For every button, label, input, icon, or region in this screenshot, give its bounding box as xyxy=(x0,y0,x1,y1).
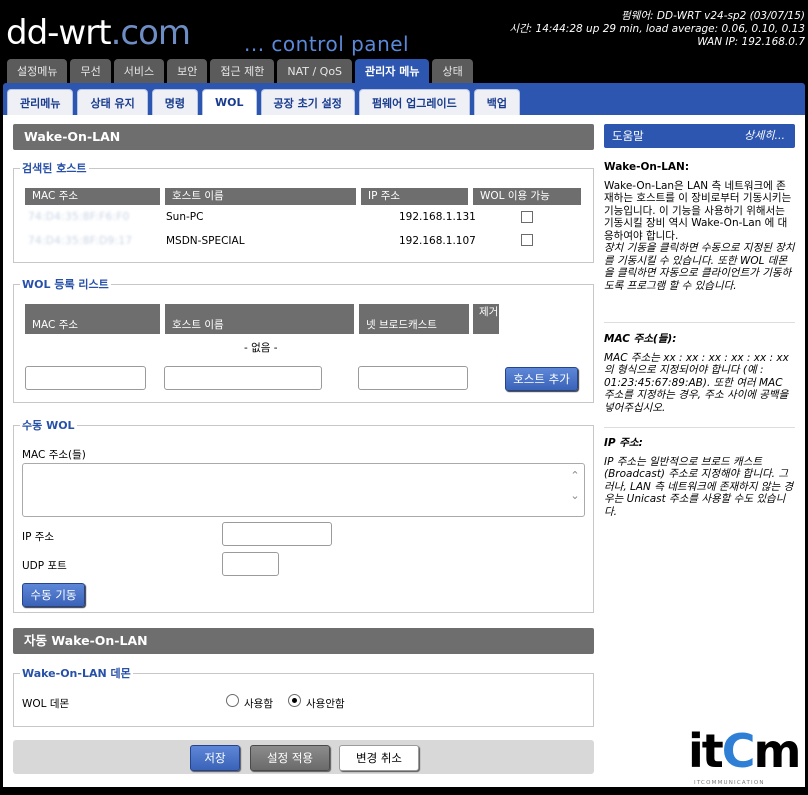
new-broadcast-input[interactable] xyxy=(358,366,468,390)
system-info: 펌웨어: DD-WRT v24-sp2 (03/07/15) 시간: 14:44… xyxy=(509,10,805,49)
tab-access-restrictions[interactable]: 접근 제한 xyxy=(210,59,275,83)
mac-addresses-label: MAC 주소(들) xyxy=(22,449,86,461)
tab-services[interactable]: 서비스 xyxy=(113,59,165,83)
main-tabs: 설정메뉴 무선 서비스 보안 접근 제한 NAT / QoS 관리자 메뉴 상태 xyxy=(7,59,473,83)
add-host-button[interactable]: 호스트 추가 xyxy=(505,367,578,391)
subtab-backup[interactable]: 백업 xyxy=(473,89,520,115)
daemon-enable-label: 사용함 xyxy=(244,698,273,710)
host-1-ip: 192.168.1.131 xyxy=(399,211,476,223)
wol-daemon-legend: Wake-On-LAN 데몬 xyxy=(22,667,131,680)
help-mac-title: MAC 주소(들): xyxy=(604,333,677,345)
host-1-wol-checkbox[interactable] xyxy=(521,211,533,223)
subtab-commands[interactable]: 명령 xyxy=(151,89,199,115)
help-more-link[interactable]: 상세히... xyxy=(744,124,785,148)
tab-security[interactable]: 보안 xyxy=(167,59,208,83)
help-wol-body-2: 장치 기동을 클릭하면 수동으로 지정된 장치를 기동시킬 수 있습니다. 또한… xyxy=(604,242,795,292)
list-col-broadcast: 넷 브로드캐스트 xyxy=(359,304,469,334)
textarea-scroll-arrows[interactable]: ⌃ ⌄ xyxy=(568,466,582,510)
help-wol-body: Wake-On-Lan은 LAN 측 네트워크에 존재하는 호스트를 이 장비로… xyxy=(604,179,792,242)
manual-wake-button[interactable]: 수동 기동 xyxy=(22,583,85,607)
help-wol: Wake-On-LAN: Wake-On-Lan은 LAN 측 네트워크에 존재… xyxy=(604,161,795,292)
col-mac: MAC 주소 xyxy=(25,188,160,205)
apply-settings-button[interactable]: 설정 적용 xyxy=(250,745,330,771)
tab-status[interactable]: 상태 xyxy=(432,59,473,83)
subtab-wol[interactable]: WOL xyxy=(202,89,257,115)
udp-port-input[interactable] xyxy=(222,552,279,576)
col-ip: IP 주소 xyxy=(361,188,468,205)
host-2-mac: 74:D4:35:8F:D9:17 xyxy=(28,235,133,247)
tab-administration[interactable]: 관리자 메뉴 xyxy=(355,59,430,83)
list-col-remove: 제거 xyxy=(473,304,499,334)
new-hostname-input[interactable] xyxy=(164,366,322,390)
help-header: 도움말 상세히... xyxy=(604,124,795,148)
mac-addresses-textarea[interactable]: ⌃ ⌄ xyxy=(22,463,585,517)
firmware-version: 펌웨어: DD-WRT v24-sp2 (03/07/15) xyxy=(621,10,805,22)
save-button[interactable]: 저장 xyxy=(190,745,240,771)
tab-wireless[interactable]: 무선 xyxy=(70,59,111,83)
host-2-wol-checkbox[interactable] xyxy=(521,234,533,246)
itcm-watermark-logo: itCm xyxy=(688,724,801,778)
wol-list-legend: WOL 등록 리스트 xyxy=(22,278,109,291)
tab-nat-qos[interactable]: NAT / QoS xyxy=(277,59,353,83)
uptime-info: 시간: 14:44:28 up 29 min, load average: 0.… xyxy=(509,23,805,35)
wol-daemon-label: WOL 데몬 xyxy=(22,698,70,710)
wol-section-title: Wake-On-LAN xyxy=(13,124,594,150)
subtab-firmware-upgrade[interactable]: 펌웨어 업그레이드 xyxy=(358,89,470,115)
help-ip-body: IP 주소는 일반적으로 브로드 캐스트 (Broadcast) 주소로 지정해… xyxy=(604,455,794,518)
col-wol-available: WOL 이용 가능 xyxy=(473,188,581,205)
daemon-disable-radio[interactable] xyxy=(288,694,301,707)
new-mac-input[interactable] xyxy=(25,366,146,390)
help-title: 도움말 xyxy=(612,129,644,143)
list-col-mac: MAC 주소 xyxy=(25,304,160,334)
subtab-factory-defaults[interactable]: 공장 초기 설정 xyxy=(260,89,355,115)
help-mac-body: MAC 주소는 xx : xx : xx : xx : xx : xx 의 형식… xyxy=(604,351,789,414)
ip-address-label: IP 주소 xyxy=(22,531,55,543)
col-hostname: 호스트 이름 xyxy=(165,188,356,205)
help-ip-title: IP 주소: xyxy=(604,437,643,449)
host-2-ip: 192.168.1.107 xyxy=(399,235,476,247)
tab-setup[interactable]: 설정메뉴 xyxy=(7,59,68,83)
ddwrt-logo: dd-wrt.com xyxy=(6,13,191,53)
help-ip: IP 주소: IP 주소는 일반적으로 브로드 캐스트 (Broadcast) … xyxy=(604,437,795,518)
subtab-keep-alive[interactable]: 상태 유지 xyxy=(77,89,148,115)
host-2-name: MSDN-SPECIAL xyxy=(166,235,245,247)
list-col-hostname: 호스트 이름 xyxy=(165,304,354,334)
help-wol-title: Wake-On-LAN: xyxy=(604,161,690,173)
host-1-mac: 74:D4:35:8F:F6:F0 xyxy=(28,211,130,223)
list-empty-text: - 없음 - xyxy=(244,342,278,354)
help-mac: MAC 주소(들): MAC 주소는 xx : xx : xx : xx : x… xyxy=(604,333,795,414)
daemon-enable-radio[interactable] xyxy=(226,694,239,707)
control-panel-subtitle: ... control panel xyxy=(244,32,410,56)
udp-port-label: UDP 포트 xyxy=(22,560,67,572)
cancel-changes-button[interactable]: 변경 취소 xyxy=(339,745,419,771)
manual-wol-legend: 수동 WOL xyxy=(22,419,75,432)
wan-ip: WAN IP: 192.168.0.7 xyxy=(697,36,805,48)
auto-wol-section-title: 자동 Wake-On-LAN xyxy=(13,628,594,654)
discovered-hosts-legend: 검색된 호스트 xyxy=(22,162,87,175)
help-divider xyxy=(604,322,795,323)
host-1-name: Sun-PC xyxy=(166,211,204,223)
wol-daemon-group: Wake-On-LAN 데몬 xyxy=(13,665,594,727)
sub-tabs: 관리메뉴 상태 유지 명령 WOL 공장 초기 설정 펌웨어 업그레이드 백업 xyxy=(7,89,520,115)
ip-address-input[interactable] xyxy=(222,522,332,546)
subtab-management[interactable]: 관리메뉴 xyxy=(7,89,74,115)
watermark-subtitle: ITCOMMUNICATION xyxy=(694,780,765,786)
daemon-disable-label: 사용안함 xyxy=(306,698,345,710)
help-divider xyxy=(604,427,795,428)
